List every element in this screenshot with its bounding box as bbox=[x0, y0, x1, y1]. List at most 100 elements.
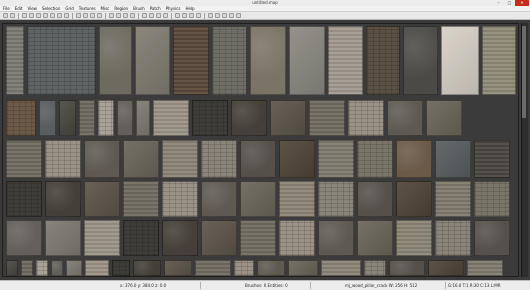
texture-thumbnail[interactable] bbox=[162, 220, 198, 256]
texture-thumbnail[interactable] bbox=[123, 140, 159, 178]
texture-thumbnail[interactable] bbox=[474, 181, 510, 217]
texture-thumbnail[interactable] bbox=[357, 220, 393, 256]
flip-x-icon[interactable] bbox=[36, 13, 41, 18]
clipper-icon[interactable] bbox=[130, 13, 135, 18]
region-icon[interactable] bbox=[222, 13, 227, 18]
texture-thumbnail[interactable] bbox=[482, 26, 516, 95]
curve-icon[interactable] bbox=[182, 13, 187, 18]
texture-thumbnail[interactable] bbox=[279, 220, 315, 256]
texture-thumbnail[interactable] bbox=[428, 260, 464, 276]
texture-thumbnail[interactable] bbox=[240, 181, 276, 217]
texture-thumbnail[interactable] bbox=[348, 100, 384, 136]
texture-thumbnail[interactable] bbox=[162, 181, 198, 217]
texture-thumbnail[interactable] bbox=[318, 140, 354, 178]
texture-thumbnail[interactable] bbox=[45, 140, 81, 178]
menu-patch[interactable]: Patch bbox=[150, 6, 161, 12]
undo-icon[interactable] bbox=[22, 13, 27, 18]
texture-thumbnail[interactable] bbox=[45, 181, 81, 217]
texture-thumbnail[interactable] bbox=[6, 220, 42, 256]
texture-thumbnail[interactable] bbox=[6, 100, 36, 136]
texture-thumbnail[interactable] bbox=[403, 26, 438, 95]
redo-icon[interactable] bbox=[29, 13, 34, 18]
texture-thumbnail[interactable] bbox=[39, 100, 56, 136]
texture-thumbnail[interactable] bbox=[240, 140, 276, 178]
hollow-icon[interactable] bbox=[123, 13, 128, 18]
menu-edit[interactable]: Edit bbox=[15, 6, 23, 12]
texture-thumbnail[interactable] bbox=[250, 26, 286, 95]
texture-thumbnail[interactable] bbox=[212, 26, 247, 95]
texture-thumbnail[interactable] bbox=[66, 260, 82, 276]
texture-thumbnail[interactable] bbox=[112, 260, 130, 276]
texture-thumbnail[interactable] bbox=[201, 140, 237, 178]
select-inside-icon[interactable] bbox=[83, 13, 88, 18]
open-icon[interactable] bbox=[3, 13, 8, 18]
texture-thumbnail[interactable] bbox=[435, 220, 471, 256]
texture-thumbnail[interactable] bbox=[234, 260, 254, 276]
menu-help[interactable]: Help bbox=[185, 6, 194, 12]
texture-thumbnail[interactable] bbox=[85, 260, 109, 276]
texture-thumbnail[interactable] bbox=[136, 100, 150, 136]
texture-thumbnail[interactable] bbox=[426, 100, 462, 136]
texture-thumbnail[interactable] bbox=[288, 260, 318, 276]
texture-thumbnail[interactable] bbox=[240, 220, 276, 256]
texture-thumbnail[interactable] bbox=[84, 181, 120, 217]
select-touching-icon[interactable] bbox=[76, 13, 81, 18]
rotate-x-icon[interactable] bbox=[50, 13, 55, 18]
menu-file[interactable]: File bbox=[3, 6, 10, 12]
texture-thumbnail[interactable] bbox=[27, 26, 96, 95]
texture-thumbnail[interactable] bbox=[6, 260, 18, 276]
texture-thumbnail[interactable] bbox=[201, 181, 237, 217]
texture-thumbnail[interactable] bbox=[201, 220, 237, 256]
texture-thumbnail[interactable] bbox=[318, 220, 354, 256]
menu-brush[interactable]: Brush bbox=[133, 6, 145, 12]
menu-region[interactable]: Region bbox=[114, 6, 128, 12]
texture-thumbnail[interactable] bbox=[231, 100, 267, 136]
save-icon[interactable] bbox=[10, 13, 15, 18]
texture-lock-icon[interactable] bbox=[149, 13, 154, 18]
flip-y-icon[interactable] bbox=[43, 13, 48, 18]
texture-thumbnail[interactable] bbox=[389, 260, 425, 276]
texture-thumbnail[interactable] bbox=[6, 181, 42, 217]
texture-thumbnail[interactable] bbox=[357, 181, 393, 217]
texture-thumbnail[interactable] bbox=[467, 260, 503, 276]
plugin-icon[interactable] bbox=[229, 13, 234, 18]
texture-thumbnail[interactable] bbox=[270, 100, 306, 136]
texture-thumbnail[interactable] bbox=[321, 260, 361, 276]
texture-thumbnail[interactable] bbox=[6, 26, 24, 95]
texture-thumbnail[interactable] bbox=[364, 260, 386, 276]
filter-icon[interactable] bbox=[215, 13, 220, 18]
texture-thumbnail[interactable] bbox=[396, 181, 432, 217]
texture-thumbnail[interactable] bbox=[79, 100, 95, 136]
texture-thumbnail[interactable] bbox=[435, 181, 471, 217]
menu-grid[interactable]: Grid bbox=[65, 6, 73, 12]
csg-subtract-icon[interactable] bbox=[109, 13, 114, 18]
texture-thumbnail[interactable] bbox=[328, 26, 363, 95]
texture-thumbnail[interactable] bbox=[153, 100, 189, 136]
texture-thumbnail[interactable] bbox=[396, 140, 432, 178]
texture-thumbnail[interactable] bbox=[173, 26, 209, 95]
texture-thumbnail[interactable] bbox=[387, 100, 423, 136]
texture-thumbnail[interactable] bbox=[123, 181, 159, 217]
texture-thumbnail[interactable] bbox=[441, 26, 479, 95]
texture-thumbnail[interactable] bbox=[279, 181, 315, 217]
texture-thumbnail[interactable] bbox=[195, 260, 231, 276]
texture-browser-scroll-thumb[interactable] bbox=[522, 26, 526, 118]
texture-thumbnail[interactable] bbox=[21, 260, 33, 276]
texture-thumbnail[interactable] bbox=[133, 260, 161, 276]
texture-thumbnail[interactable] bbox=[84, 140, 120, 178]
texture-thumbnail[interactable] bbox=[59, 100, 76, 136]
texture-thumbnail[interactable] bbox=[396, 220, 432, 256]
scale-lock-icon[interactable] bbox=[163, 13, 168, 18]
menu-textures[interactable]: Textures bbox=[79, 6, 96, 12]
texture-thumbnail[interactable] bbox=[45, 220, 81, 256]
texture-thumbnail[interactable] bbox=[117, 100, 133, 136]
texture-thumbnail[interactable] bbox=[123, 220, 159, 256]
select-partial-icon[interactable] bbox=[90, 13, 95, 18]
texture-thumbnail[interactable] bbox=[357, 140, 393, 178]
texture-thumbnail[interactable] bbox=[289, 26, 325, 95]
patch-icon[interactable] bbox=[175, 13, 180, 18]
texture-thumbnail[interactable] bbox=[36, 260, 48, 276]
texture-thumbnail[interactable] bbox=[51, 260, 63, 276]
texture-thumbnail[interactable] bbox=[474, 140, 510, 178]
texture-thumbnail[interactable] bbox=[257, 260, 285, 276]
